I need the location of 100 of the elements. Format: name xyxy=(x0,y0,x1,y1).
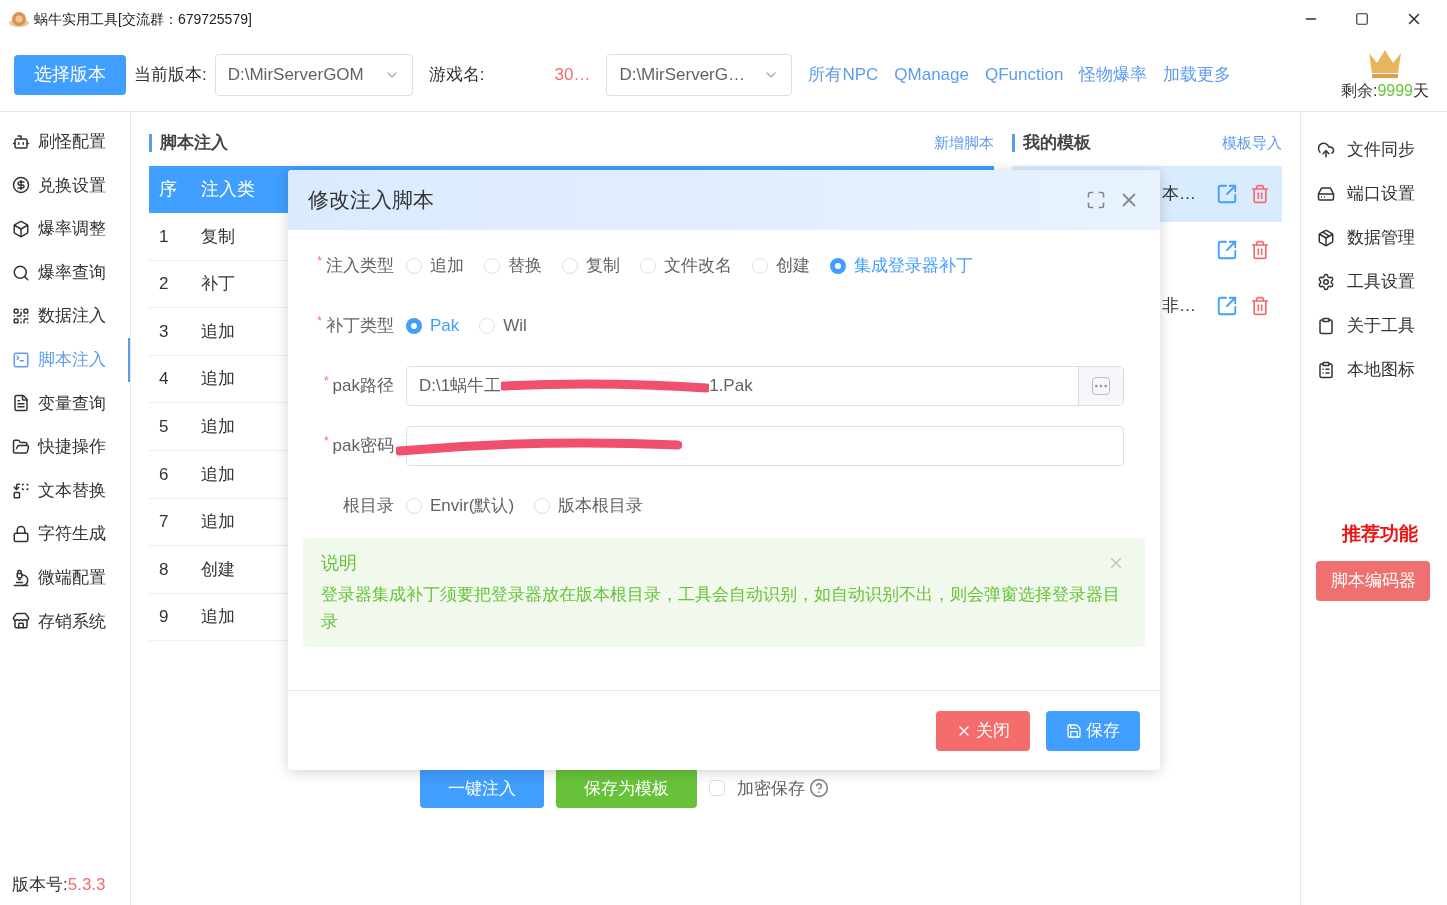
clipboard-icon xyxy=(1317,317,1335,335)
radio-label: 替换 xyxy=(508,255,542,278)
path-select[interactable]: D:\MirServerG… xyxy=(606,53,793,96)
table-cell-text: 创建 xyxy=(201,558,235,581)
browse-button[interactable] xyxy=(1078,367,1123,405)
cube-icon xyxy=(12,220,30,238)
form-label: pak路径 xyxy=(332,375,394,398)
required-mark: * xyxy=(323,433,329,451)
radio-label: Pak xyxy=(430,315,460,338)
checkbox[interactable] xyxy=(709,780,725,797)
radio-button[interactable] xyxy=(534,498,551,514)
sidebar-item[interactable]: 刷怪配置 xyxy=(0,120,130,164)
tool-menu-item[interactable]: 文件同步 xyxy=(1301,128,1447,172)
snail-icon xyxy=(8,10,30,28)
share-icon[interactable] xyxy=(1216,239,1238,261)
delete-icon[interactable] xyxy=(1250,240,1270,260)
settings-icon xyxy=(1317,273,1335,291)
table-cell-text: 追加 xyxy=(201,368,235,391)
remaining-label: 剩余: xyxy=(1340,80,1378,101)
table-cell-text: 9 xyxy=(158,606,170,629)
microscope-icon xyxy=(12,568,30,587)
table-cell-text: 7 xyxy=(158,511,170,534)
table-cell-text: 4 xyxy=(158,368,170,391)
remaining-unit: 天 xyxy=(1413,80,1429,101)
template-name: 本… xyxy=(1162,183,1196,206)
radio-button[interactable] xyxy=(484,258,500,274)
table-cell-text: 3 xyxy=(158,320,170,343)
tool-menu-item[interactable]: 数据管理 xyxy=(1301,216,1447,260)
tool-menu-item[interactable]: 工具设置 xyxy=(1301,260,1447,304)
panel-title: 我的模板 xyxy=(1023,132,1091,155)
sidebar-item[interactable]: 文本替换 xyxy=(0,468,130,513)
table-cell-text: 复制 xyxy=(201,225,235,248)
radio-button[interactable] xyxy=(406,258,422,274)
table-cell-text: 追加 xyxy=(201,606,235,629)
qr-code-icon xyxy=(12,307,30,326)
search-icon xyxy=(12,263,30,282)
save-icon xyxy=(1066,722,1082,739)
radio-button[interactable] xyxy=(406,498,422,514)
cloud-upload-icon xyxy=(1317,141,1335,159)
delete-icon[interactable] xyxy=(1250,184,1270,204)
radio-button[interactable] xyxy=(640,258,656,274)
drive-icon xyxy=(1317,185,1335,203)
checkbox-label: 加密保存 xyxy=(737,777,805,800)
field-text: 1.Pak xyxy=(709,375,753,398)
radio-label: 文件改名 xyxy=(664,255,732,278)
radio-button[interactable] xyxy=(479,318,496,334)
panel-title: 脚本注入 xyxy=(160,132,228,155)
sidebar-item[interactable]: 变量查询 xyxy=(0,381,130,426)
help-icon[interactable] xyxy=(809,778,829,799)
tool-menu-item[interactable]: 端口设置 xyxy=(1301,172,1447,216)
radio-button[interactable] xyxy=(406,318,422,334)
pak-password-field[interactable] xyxy=(406,426,1124,466)
share-icon[interactable] xyxy=(1216,295,1238,317)
radio-button[interactable] xyxy=(562,258,578,274)
column-header: 注入类 xyxy=(201,178,256,201)
table-cell-text: 追加 xyxy=(201,463,235,486)
table-cell-text: 追加 xyxy=(201,320,235,343)
sidebar-item[interactable]: 微端配置 xyxy=(0,555,130,600)
template-row[interactable]: 非… xyxy=(1012,278,1282,334)
notice-text: 登录器集成补丁须要把登录器放在版本根目录，工具会自动识别，如自动识别不出，则会弹窗选择登录器目录 xyxy=(321,584,1121,634)
table-cell-text: 6 xyxy=(158,463,170,486)
column-header: 序 xyxy=(158,178,178,201)
required-mark: * xyxy=(323,373,329,391)
store-icon xyxy=(12,612,30,631)
radio-label: 复制 xyxy=(586,255,620,278)
game-name-label: 游戏名: xyxy=(428,63,485,86)
table-cell-text: 8 xyxy=(158,558,170,581)
version-number: 5.3.3 xyxy=(67,873,106,896)
fullscreen-icon[interactable] xyxy=(1086,190,1106,210)
maximize-icon[interactable] xyxy=(1355,12,1369,26)
required-mark: * xyxy=(317,313,322,331)
table-cell-text: 1 xyxy=(158,225,170,248)
lock-icon xyxy=(12,525,30,544)
sidebar-item[interactable]: 数据注入 xyxy=(0,294,130,338)
robot-icon xyxy=(12,132,30,151)
tool-menu-item[interactable]: 关于工具 xyxy=(1301,304,1447,348)
radio-button[interactable] xyxy=(752,258,768,274)
share-icon[interactable] xyxy=(1216,183,1238,205)
pak-path-field[interactable]: D:\1蜗牛工 1.Pak xyxy=(406,366,1124,406)
sidebar-item[interactable]: 存销系统 xyxy=(0,599,130,644)
table-cell-text: 追加 xyxy=(201,511,235,534)
radio-button[interactable] xyxy=(830,258,846,274)
table-cell-text: 2 xyxy=(158,273,170,296)
sidebar-item[interactable]: 爆率查询 xyxy=(0,250,130,295)
radio-label: 创建 xyxy=(776,255,810,278)
version-select[interactable]: D:\MirServerGOM xyxy=(214,53,413,96)
package-icon xyxy=(1317,229,1335,247)
sidebar-item[interactable]: 快捷操作 xyxy=(0,425,130,469)
delete-icon[interactable] xyxy=(1250,296,1270,316)
sidebar-item[interactable]: 爆率调整 xyxy=(0,207,130,251)
tool-menu-item[interactable]: 本地图标 xyxy=(1301,348,1447,392)
sidebar-item[interactable]: 字符生成 xyxy=(0,512,130,556)
sidebar-item[interactable]: 兑换设置 xyxy=(0,163,130,208)
replace-icon xyxy=(12,481,30,500)
table-cell-text: 追加 xyxy=(201,415,235,438)
dialog-title: 修改注入脚本 xyxy=(308,187,434,214)
radio-label: 集成登录器补丁 xyxy=(854,255,973,278)
radio-label: 追加 xyxy=(430,255,464,278)
game-name: 30… xyxy=(554,63,591,86)
required-mark: * xyxy=(317,253,322,271)
